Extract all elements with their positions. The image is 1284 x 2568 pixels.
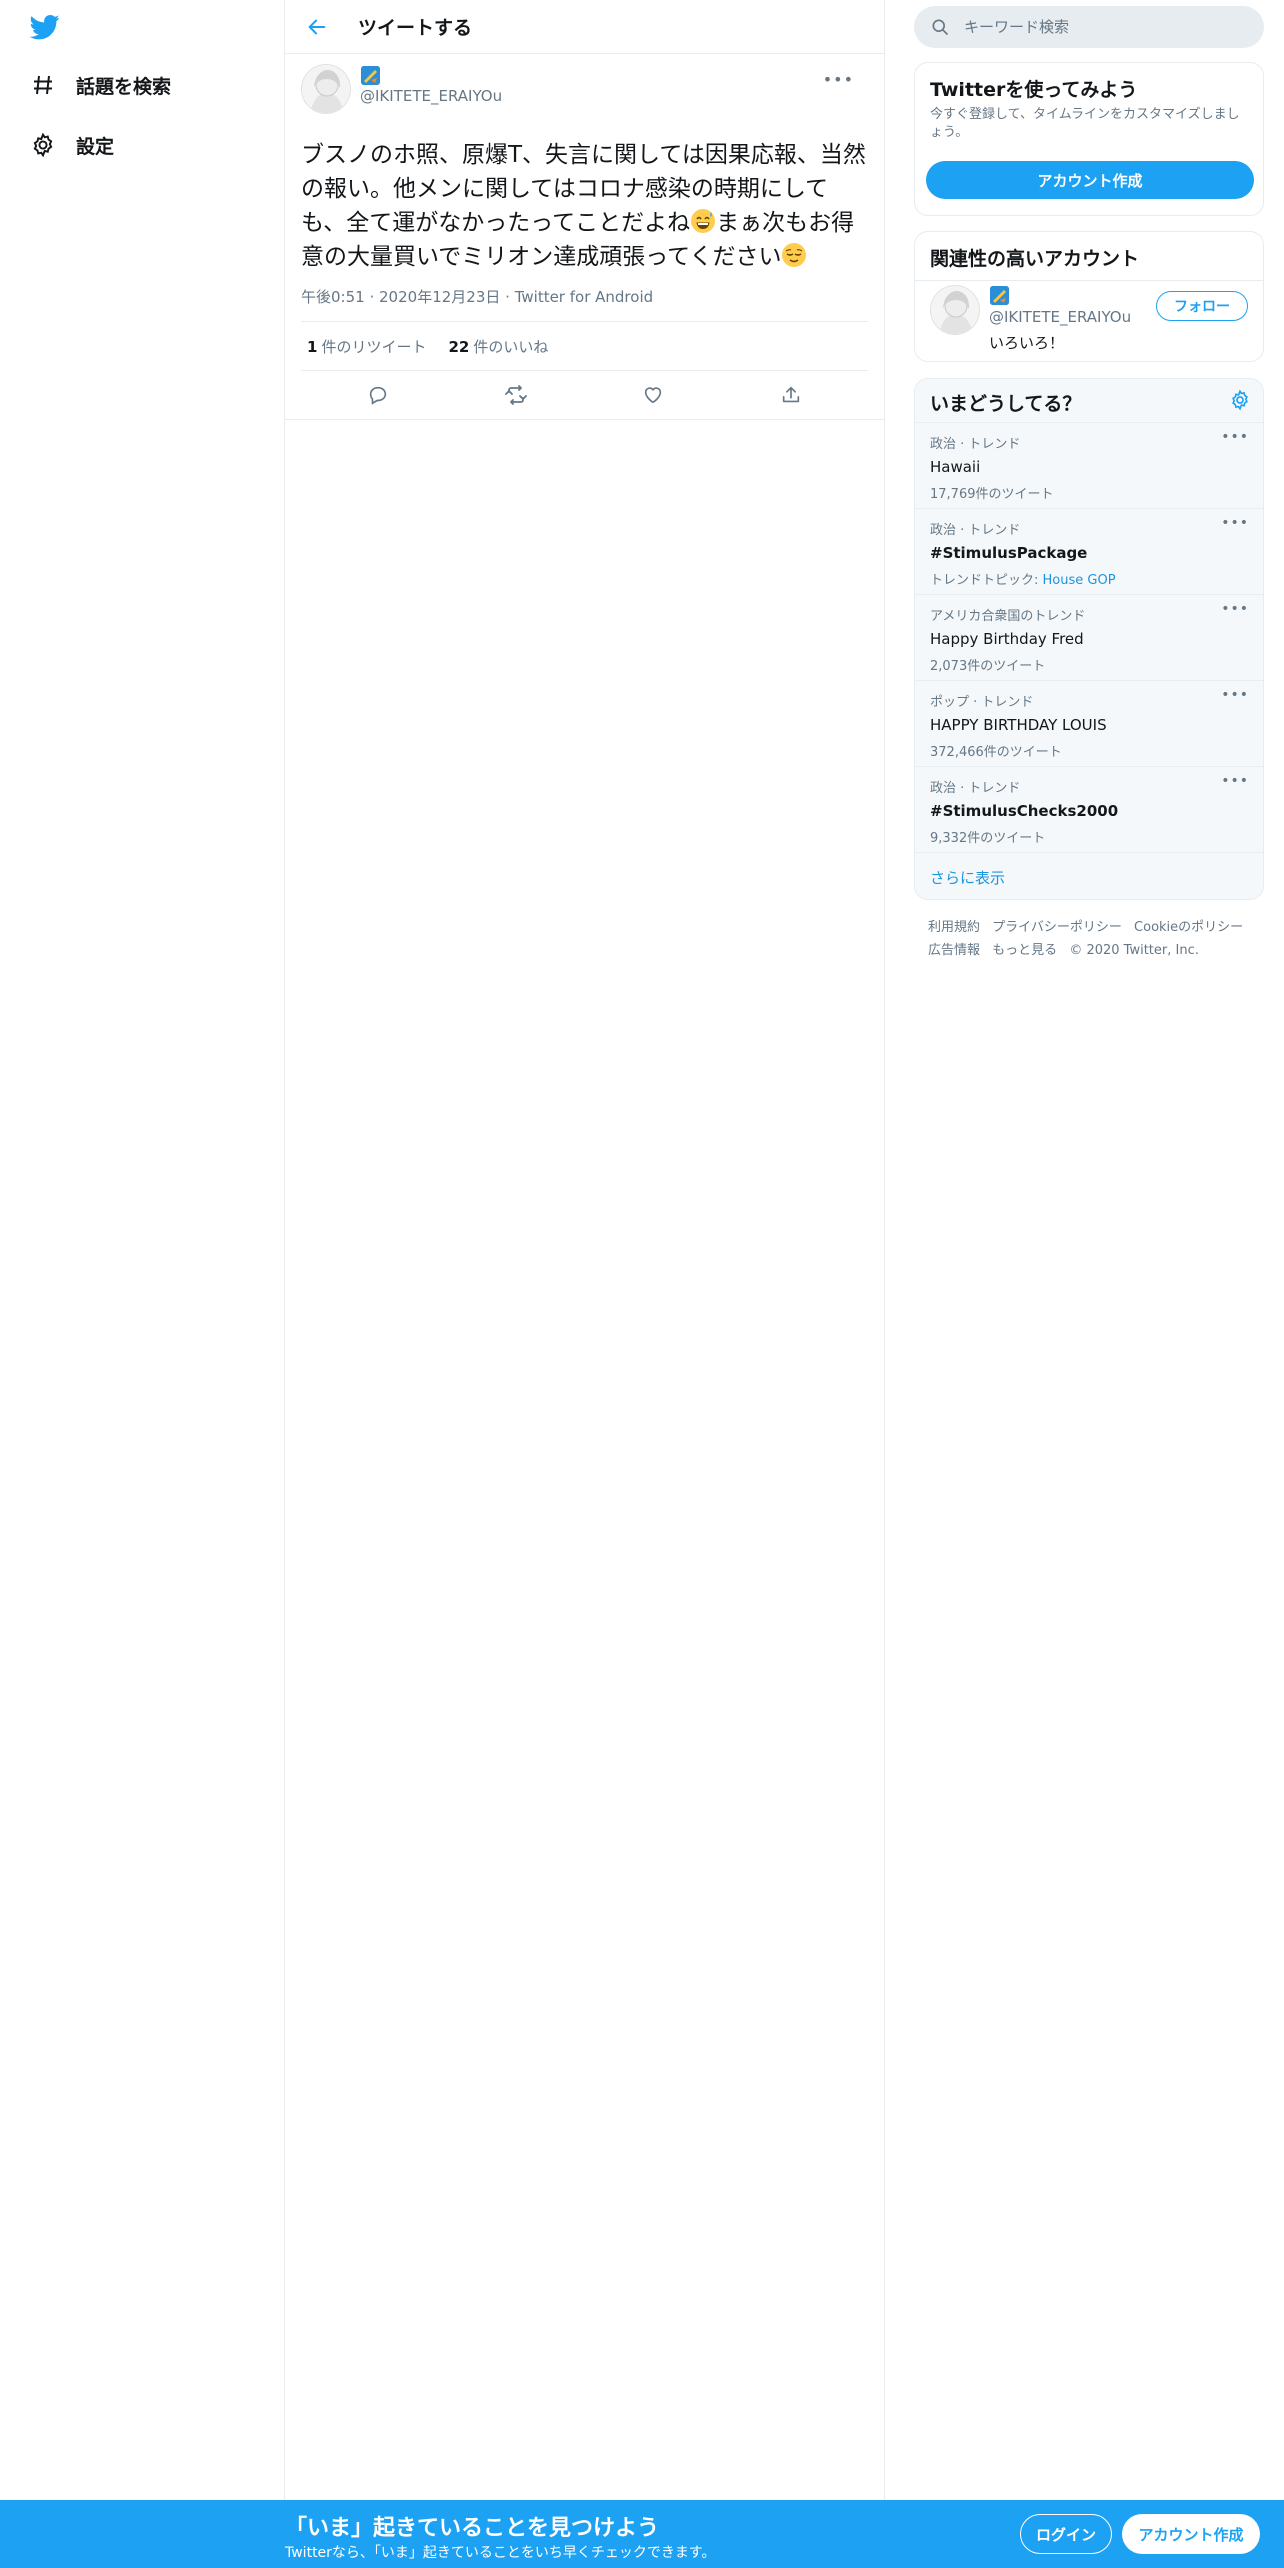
search-bar[interactable] <box>914 6 1264 48</box>
footer-link-cookies[interactable]: Cookieのポリシー <box>1134 920 1243 935</box>
sidebar-item-settings[interactable]: 設定 <box>28 125 114 165</box>
related-card-title: 関連性の高いアカウント <box>930 248 1140 270</box>
sidebar-item-explore[interactable]: 話題を検索 <box>28 65 171 105</box>
trends-card: いまどうしてる？ 政治 · トレンド Hawaii 17,769件のツイート •… <box>914 378 1264 900</box>
more-icon[interactable]: ••• <box>1221 773 1249 789</box>
tweet-client[interactable]: Twitter for Android <box>515 288 653 306</box>
bottom-banner: 「いま」起きていることを見つけよう Twitterなら、「いま」起きていることを… <box>0 2500 1284 2568</box>
search-input[interactable] <box>964 18 1244 36</box>
tweet-date[interactable]: 2020年12月23日 <box>379 288 500 306</box>
share-icon[interactable] <box>771 375 811 415</box>
trend-context: ポップ · トレンド <box>930 695 1034 710</box>
trend-item[interactable]: アメリカ合衆国のトレンド Happy Birthday Fred 2,073件の… <box>915 595 1263 681</box>
trend-topic-link[interactable]: House GOP <box>1043 573 1116 588</box>
related-accounts-card: 関連性の高いアカウント @IKITETE_ERAIYOu いろいろ！ フォロー <box>914 231 1264 362</box>
trend-item[interactable]: ポップ · トレンド HAPPY BIRTHDAY LOUIS 372,466件… <box>915 681 1263 767</box>
trend-name: Hawaii <box>930 458 981 476</box>
signup-button[interactable]: アカウント作成 <box>1122 2514 1260 2554</box>
trend-count: 372,466件のツイート <box>930 745 1062 760</box>
tweet-stats: 1 件のリツイート 22 件のいいね <box>301 322 868 371</box>
more-icon[interactable]: ••• <box>1221 687 1249 703</box>
search-icon <box>930 17 950 37</box>
tweet-actions <box>285 371 884 420</box>
more-icon[interactable]: ••• <box>1221 601 1249 617</box>
footer-link-terms[interactable]: 利用規約 <box>928 920 980 935</box>
page-title: ツイートする <box>358 17 473 39</box>
trend-item[interactable]: 政治 · トレンド #StimulusChecks2000 9,332件のツイー… <box>915 767 1263 853</box>
left-sidebar: 話題を検索 設定 <box>0 0 285 2500</box>
avatar[interactable] <box>930 285 980 335</box>
login-button[interactable]: ログイン <box>1020 2514 1112 2554</box>
tweet-detail: @IKITETE_ERAIYOu ••• ブスノのホ照、原爆T、失言に関しては因… <box>285 64 884 420</box>
signup-card-desc: 今すぐ登録して、タイムラインをカスタマイズしましょう。 <box>930 107 1240 140</box>
trend-context: 政治 · トレンド <box>930 781 1021 796</box>
gear-icon <box>28 130 58 160</box>
more-icon[interactable]: ••• <box>1221 515 1249 531</box>
signup-card: Twitterを使ってみよう 今すぐ登録して、タイムラインをカスタマイズしましょ… <box>914 62 1264 216</box>
name-emoji-icon <box>361 66 380 85</box>
show-more-link[interactable]: さらに表示 <box>915 853 1263 899</box>
name-emoji-icon <box>990 286 1009 305</box>
trend-count: 17,769件のツイート <box>930 487 1054 502</box>
hashtag-icon <box>28 70 58 100</box>
related-handle[interactable]: @IKITETE_ERAIYOu <box>989 308 1131 326</box>
signup-card-title: Twitterを使ってみよう <box>930 79 1138 101</box>
footer-link-more[interactable]: もっと見る <box>992 943 1057 958</box>
tweet-header: @IKITETE_ERAIYOu ••• <box>301 64 868 124</box>
footer-links: 利用規約 プライバシーポリシー Cookieのポリシー 広告情報 もっと見る ©… <box>914 916 1264 962</box>
related-bio: いろいろ！ <box>989 334 1065 352</box>
create-account-button[interactable]: アカウント作成 <box>926 161 1254 199</box>
sidebar-item-label: 設定 <box>76 135 115 158</box>
main-column: ツイートする @IKITETE_ERAIYOu ••• ブスノのホ照、原爆T、失… <box>285 0 885 2500</box>
trend-count: 2,073件のツイート <box>930 659 1046 674</box>
footer-link-privacy[interactable]: プライバシーポリシー <box>992 920 1122 935</box>
retweet-icon[interactable] <box>496 375 536 415</box>
twitter-bird-icon[interactable] <box>28 12 64 42</box>
tweet-text: ブスノのホ照、原爆T、失言に関しては因果応報、当然の報い。他メンに関してはコロナ… <box>301 138 868 274</box>
banner-subtitle: Twitterなら、「いま」起きていることをいち早くチェックできます。 <box>285 2545 716 2561</box>
grinning-sweat-emoji <box>690 208 716 234</box>
trend-topic: トレンドトピック: House GOP <box>930 573 1116 588</box>
tweet-handle[interactable]: @IKITETE_ERAIYOu <box>360 87 502 105</box>
sidebar-item-label: 話題を検索 <box>76 75 172 98</box>
trend-item[interactable]: 政治 · トレンド #StimulusPackage トレンドトピック: Hou… <box>915 509 1263 595</box>
like-icon[interactable] <box>633 375 673 415</box>
trend-name: #StimulusChecks2000 <box>930 802 1119 820</box>
more-icon[interactable]: ••• <box>1221 429 1249 445</box>
tweet-time[interactable]: 午後0:51 <box>301 288 365 306</box>
trend-item[interactable]: 政治 · トレンド Hawaii 17,769件のツイート ••• <box>915 423 1263 509</box>
trend-name: #StimulusPackage <box>930 544 1088 562</box>
footer-copyright: © 2020 Twitter, Inc. <box>1069 943 1199 958</box>
avatar[interactable] <box>301 64 351 114</box>
like-count[interactable]: 22 件のいいね <box>448 336 548 357</box>
follow-button[interactable]: フォロー <box>1156 291 1248 321</box>
trend-context: アメリカ合衆国のトレンド <box>930 609 1086 624</box>
trend-count: 9,332件のツイート <box>930 831 1046 846</box>
tweet-meta: 午後0:51 · 2020年12月23日 · Twitter for Andro… <box>301 286 868 322</box>
trend-name: Happy Birthday Fred <box>930 630 1084 648</box>
divider <box>915 280 1263 281</box>
footer-link-ads[interactable]: 広告情報 <box>928 943 980 958</box>
reply-icon[interactable] <box>358 375 398 415</box>
trends-title: いまどうしてる？ <box>930 393 1082 415</box>
gear-icon[interactable] <box>1229 389 1251 411</box>
trend-context: 政治 · トレンド <box>930 523 1021 538</box>
more-icon[interactable]: ••• <box>823 70 854 89</box>
back-arrow-icon[interactable] <box>302 12 332 42</box>
relieved-face-emoji <box>781 242 807 268</box>
trend-context: 政治 · トレンド <box>930 437 1021 452</box>
trend-name: HAPPY BIRTHDAY LOUIS <box>930 716 1107 734</box>
trends-header: いまどうしてる？ <box>915 379 1263 423</box>
retweet-count[interactable]: 1 件のリツイート <box>307 336 426 357</box>
banner-title: 「いま」起きていることを見つけよう <box>285 2516 660 2541</box>
page-header: ツイートする <box>285 0 884 54</box>
